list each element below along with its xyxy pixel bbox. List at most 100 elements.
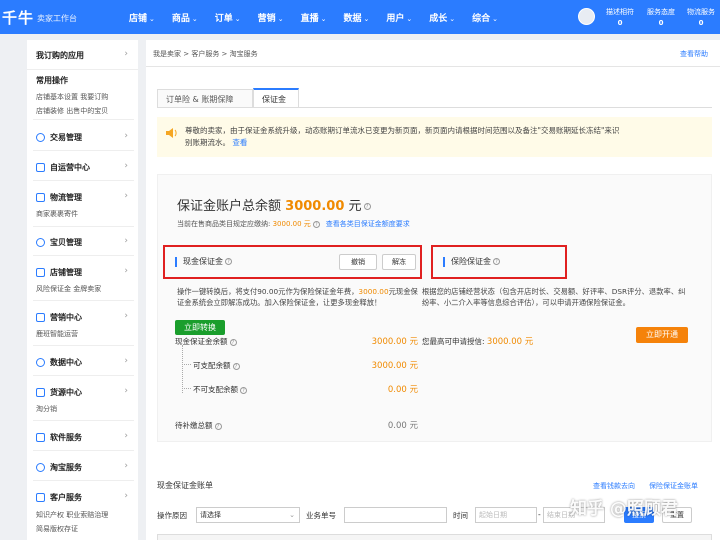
nav-live[interactable]: 直播 ⌄ [301, 11, 327, 24]
unfreeze-button[interactable]: 解冻 [382, 254, 416, 270]
reason-label: 操作原因 [157, 511, 187, 520]
sidebar-sub-customer-service[interactable]: 知识产权 职业索赔治理 [36, 510, 108, 520]
stat-description: 描述相符 0 [606, 8, 634, 27]
chevron-down-icon: ⌄ [320, 14, 327, 23]
chevron-down-icon: ⌄ [289, 511, 295, 519]
nav-shop[interactable]: 店铺 ⌄ [129, 11, 155, 24]
chevron-down-icon: ⌄ [191, 14, 198, 23]
sidebar-sub-logistics[interactable]: 商家裹裹寄件 [36, 209, 78, 219]
stat-logistics: 物流服务 0 [687, 8, 715, 27]
chevron-right-icon: › [124, 236, 128, 246]
insurance-description: 根据您的店铺经营状态（包含开店时长、交易额、好评率、DSR评分、退款率、纠纷率、… [422, 287, 686, 307]
deposit-account-panel: 保证金账户总余额 3000.00 元? 当前在售商品类目规定应缴纳: 3000.… [157, 174, 712, 442]
qianniu-logo: 千牛 [2, 9, 35, 27]
chevron-right-icon: › [124, 356, 128, 366]
sidebar-sub-shop[interactable]: 风险保证金 金牌卖家 [36, 284, 101, 294]
nav-orders[interactable]: 订单 ⌄ [215, 11, 241, 24]
reason-select[interactable]: 请选择 ⌄ [196, 507, 300, 523]
tree-line [182, 345, 183, 393]
main-nav: 店铺 ⌄ 商品 ⌄ 订单 ⌄ 营销 ⌄ 直播 ⌄ 数据 ⌄ 用户 ⌄ 成长 ⌄ 综合 ⌄ [129, 0, 515, 34]
nav-marketing[interactable]: 营销 ⌄ [258, 11, 284, 24]
shop-icon [36, 268, 45, 277]
sidebar-sub-supply[interactable]: 淘分销 [36, 404, 57, 414]
speaker-icon [166, 128, 177, 138]
nav-data[interactable]: 数据 ⌄ [343, 11, 369, 24]
breadcrumb[interactable]: 我是卖家 > 客户服务 > 淘宝服务 [153, 49, 258, 59]
chevron-right-icon: › [124, 49, 128, 59]
open-now-button[interactable]: 立即开通 [636, 327, 688, 343]
main-content: 我是卖家 > 客户服务 > 淘宝服务 查看帮助 订单险 & 账期保障 保证金 尊… [146, 40, 720, 540]
info-icon: ? [312, 220, 320, 228]
chevron-right-icon: › [124, 161, 128, 171]
notice-view-link[interactable]: 查看 [232, 138, 247, 147]
pending-payment-value: 0.00 元 [387, 421, 418, 431]
notice-banner: 尊敬的卖家，由于保证金系统升级，动态账期订单流水已变更为新页面，新页面内请根据时… [157, 117, 712, 157]
sidebar-sub-copyright[interactable]: 简易版权存证 [36, 524, 78, 534]
chevron-right-icon: › [124, 311, 128, 321]
insurance-deposit-title: 保险保证金? [443, 257, 500, 267]
biz-number-input[interactable] [344, 507, 447, 523]
chevron-right-icon: › [124, 266, 128, 276]
nav-users[interactable]: 用户 ⌄ [386, 11, 412, 24]
tab-order-insurance[interactable]: 订单险 & 账期保障 [157, 89, 253, 107]
watermark-text: 知乎 @照顾君 [570, 499, 678, 519]
cash-balance-label: 现金保证金余额? [175, 336, 237, 347]
sidebar: 我订购的应用 › 常用操作 店铺基本设置 我要订购 店铺装修 出售中的宝贝 交易… [27, 40, 138, 540]
sidebar-my-apps[interactable]: 我订购的应用 › [27, 40, 138, 70]
convert-now-button[interactable]: 立即转换 [175, 320, 225, 335]
software-icon [36, 433, 45, 442]
logo-subtitle: 卖家工作台 [37, 14, 77, 23]
info-icon: ? [225, 258, 232, 265]
start-date-input[interactable]: 起始日期 [475, 507, 537, 523]
help-link[interactable]: 查看帮助 [680, 49, 708, 59]
sidebar-common-links-2[interactable]: 店铺装修 出售中的宝贝 [36, 106, 108, 116]
info-icon: ? [232, 362, 240, 370]
nav-general[interactable]: 综合 ⌄ [472, 11, 498, 24]
info-icon: ? [363, 203, 371, 210]
chevron-down-icon: ⌄ [149, 14, 155, 23]
ledger-table [157, 534, 712, 540]
info-icon: ? [214, 422, 222, 430]
chevron-right-icon: › [124, 461, 128, 471]
avatar[interactable] [578, 8, 595, 25]
chevron-right-icon: › [124, 131, 128, 141]
cash-deposit-title: 现金保证金? [175, 257, 232, 267]
data-icon [36, 358, 45, 367]
available-balance-value: 3000.00 元 [371, 361, 418, 371]
customer-service-icon [36, 493, 45, 502]
info-icon: ? [229, 338, 237, 346]
withdraw-button[interactable]: 撤销 [339, 254, 377, 270]
unavailable-balance-value: 0.00 元 [387, 385, 418, 395]
time-label: 时间 [453, 511, 468, 520]
biz-number-label: 业务单号 [306, 511, 336, 520]
sidebar-common-links-1[interactable]: 店铺基本设置 我要订购 [36, 92, 108, 102]
chevron-right-icon: › [124, 386, 128, 396]
sidebar-common-ops-title: 常用操作 [36, 76, 68, 85]
credit-line: 您最高可申请授信: 3000.00 元 [422, 337, 534, 347]
cash-balance-value: 3000.00 元 [371, 337, 418, 347]
insurance-ledger-link[interactable]: 保险保证金账单 [649, 481, 698, 491]
money-flow-link[interactable]: 查看钱款去向 [593, 481, 635, 491]
chevron-down-icon: ⌄ [277, 14, 284, 23]
pending-payment-label: 待补缴总额? [175, 420, 222, 431]
notice-text: 尊敬的卖家，由于保证金系统升级，动态账期订单流水已变更为新页面，新页面内请根据时… [185, 126, 620, 147]
chevron-down-icon: ⌄ [234, 14, 241, 23]
sidebar-sub-marketing[interactable]: 鹿班智能运营 [36, 329, 78, 339]
category-requirement-link[interactable]: 查看各类目保证金额度要求 [326, 220, 410, 228]
goods-icon [36, 238, 45, 247]
chevron-right-icon: › [124, 191, 128, 201]
nav-growth[interactable]: 成长 ⌄ [429, 11, 455, 24]
available-balance-label: 可支配余额? [193, 360, 240, 371]
info-icon: ? [493, 258, 500, 265]
nav-goods[interactable]: 商品 ⌄ [172, 11, 198, 24]
required-deposit-line: 当前在售商品类目规定应缴纳: 3000.00 元? 查看各类目保证金额度要求 [177, 220, 410, 228]
cash-convert-description: 操作一键转换后，将支付90.00元作为保险保证金年费，3000.00元现金保证金… [177, 287, 418, 307]
chevron-down-icon: ⌄ [449, 14, 456, 23]
trade-icon [36, 133, 45, 142]
chevron-down-icon: ⌄ [363, 14, 370, 23]
stat-service: 服务态度 0 [647, 8, 675, 27]
marketing-icon [36, 313, 45, 322]
info-icon: ? [240, 386, 247, 394]
ledger-title: 现金保证金账单 [157, 481, 213, 490]
tab-deposit[interactable]: 保证金 [253, 88, 299, 107]
